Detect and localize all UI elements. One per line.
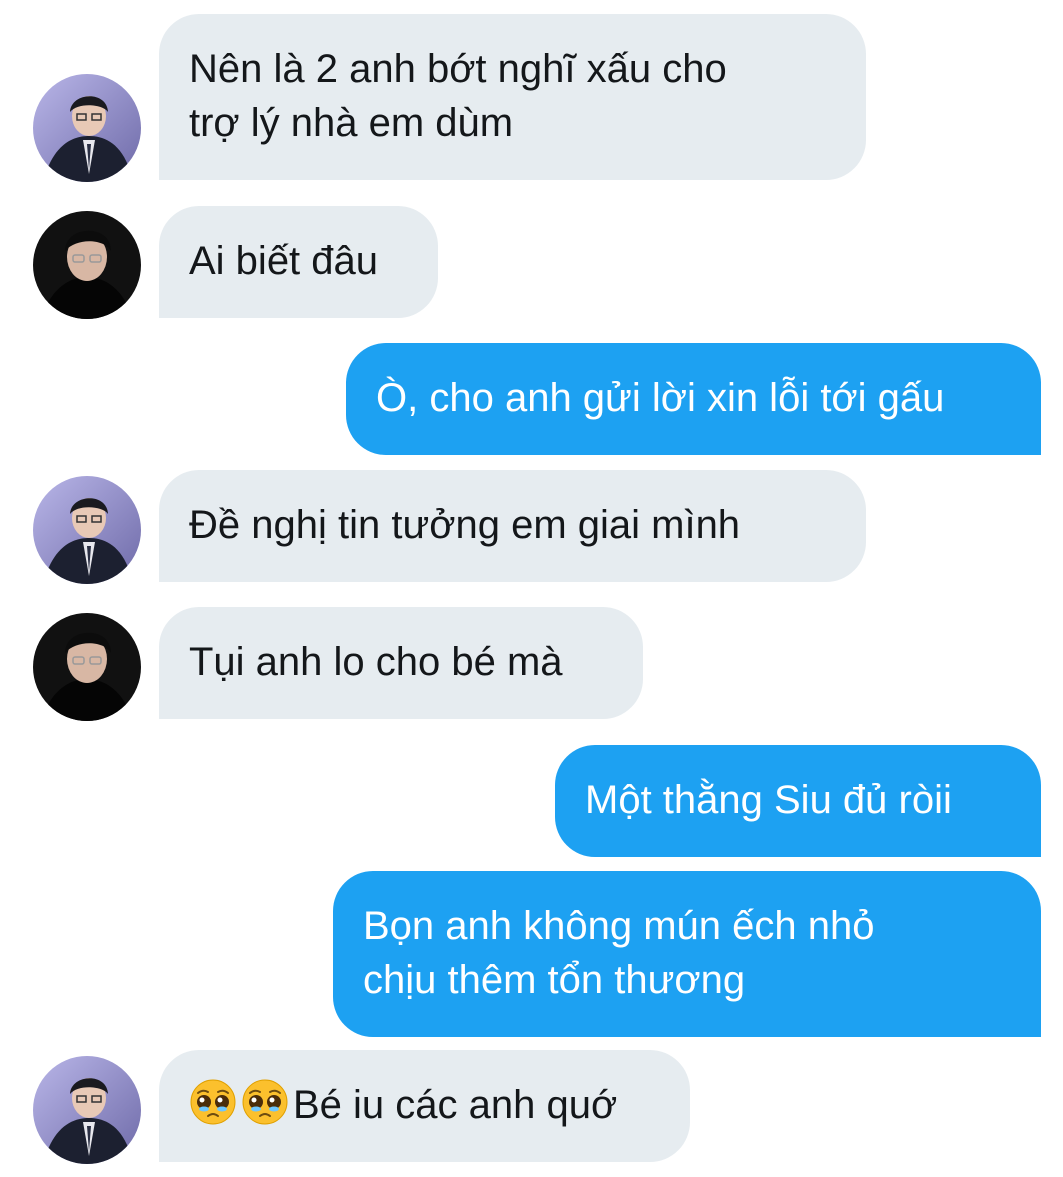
avatar-sender-a[interactable] xyxy=(33,74,141,182)
message-text: Bé iu các anh quớ xyxy=(293,1083,618,1127)
message-text-line: Ò, cho anh gửi lời xin lỗi tới gấu xyxy=(376,376,945,420)
incoming-message[interactable]: Đề nghị tin tưởng em giai mình xyxy=(159,470,866,582)
message-text-line: Ai biết đâu xyxy=(189,239,379,283)
avatar-sender-a[interactable] xyxy=(33,476,141,584)
message-text-line: Bọn anh không mún ếch nhỏ xyxy=(363,904,875,948)
message-text-line: Nên là 2 anh bớt nghĩ xấu cho xyxy=(189,47,727,91)
message-text-line: chịu thêm tổn thương xyxy=(363,958,746,1002)
message-text-line: trợ lý nhà em dùm xyxy=(189,101,514,145)
avatar-sender-b[interactable] xyxy=(33,211,141,319)
incoming-message[interactable]: Bé iu các anh quớ xyxy=(159,1050,690,1162)
incoming-message[interactable]: Ai biết đâu xyxy=(159,206,438,318)
pleading-face-icon xyxy=(189,1078,237,1126)
avatar-sender-a[interactable] xyxy=(33,1056,141,1164)
message-text-line: Một thằng Siu đủ ròii xyxy=(585,778,952,822)
incoming-message[interactable]: Tụi anh lo cho bé mà xyxy=(159,607,643,719)
outgoing-message[interactable]: Ò, cho anh gửi lời xin lỗi tới gấu xyxy=(346,343,1041,455)
outgoing-message[interactable]: Bọn anh không mún ếch nhỏ chịu thêm tổn … xyxy=(333,871,1041,1037)
outgoing-message[interactable]: Một thằng Siu đủ ròii xyxy=(555,745,1041,857)
incoming-message[interactable]: Nên là 2 anh bớt nghĩ xấu cho trợ lý nhà… xyxy=(159,14,866,180)
conversation-thread: Nên là 2 anh bớt nghĩ xấu cho trợ lý nhà… xyxy=(0,0,1063,1177)
message-text-line: Bé iu các anh quớ xyxy=(189,1078,660,1132)
avatar-sender-b[interactable] xyxy=(33,613,141,721)
message-text-line: Tụi anh lo cho bé mà xyxy=(189,640,563,684)
pleading-face-icon xyxy=(241,1078,289,1126)
message-text-line: Đề nghị tin tưởng em giai mình xyxy=(189,503,741,547)
